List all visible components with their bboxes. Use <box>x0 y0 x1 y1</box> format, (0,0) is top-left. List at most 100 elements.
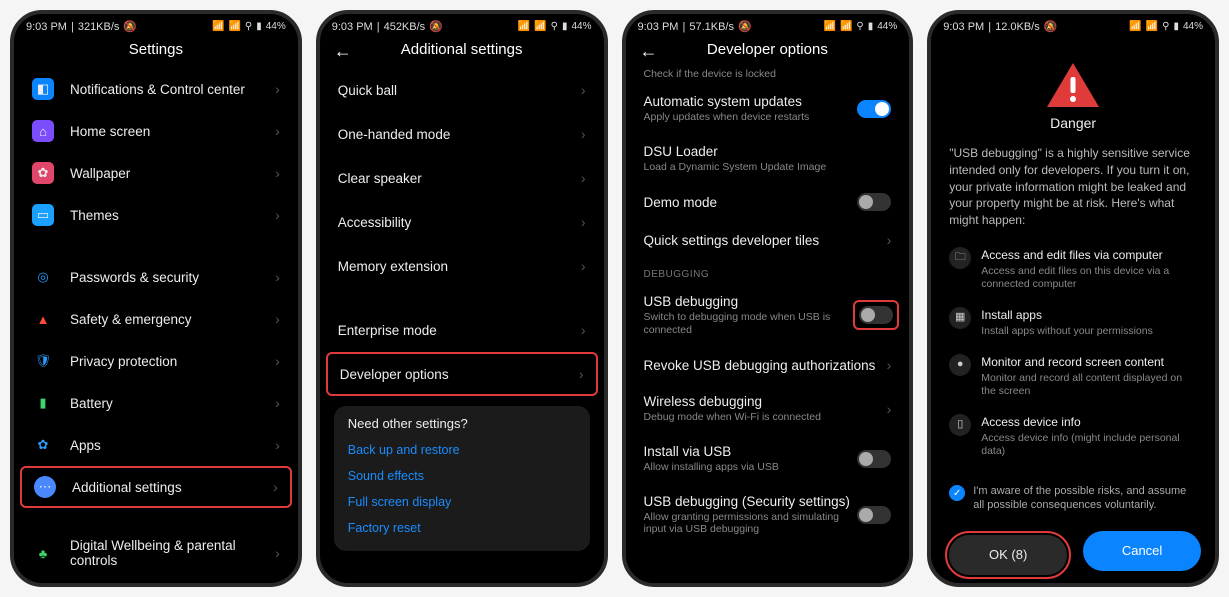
battery-menu-icon: ▮ <box>32 392 54 414</box>
chevron-right-icon: › <box>887 401 892 417</box>
dnd-icon: 🔕 <box>123 20 137 33</box>
toggle-auto-updates[interactable] <box>857 100 891 118</box>
row-quick-ball[interactable]: Quick ball › <box>320 68 604 112</box>
wifi-icon: ⚲ <box>1162 21 1169 32</box>
battery-icon: ▮ <box>868 21 874 32</box>
signal-icon: 📶 <box>823 21 835 32</box>
screen-developer-options: 9:03 PM| 57.1KB/s 🔕 📶📶 ⚲▮ 44% ← Develope… <box>622 10 914 587</box>
wifi-icon: ⚲ <box>856 21 863 32</box>
emergency-icon: ▲ <box>32 308 54 330</box>
status-net: 321KB/s <box>78 21 120 33</box>
row-battery[interactable]: ▮ Battery › <box>14 382 298 424</box>
screen-settings: 9:03 PM | 321KB/s 🔕 📶 📶 ⚲ ▮ 44% Settings… <box>10 10 302 587</box>
signal-icon: 📶 <box>1129 21 1141 32</box>
themes-icon: ▭ <box>32 204 54 226</box>
toggle-demo-mode[interactable] <box>857 193 891 211</box>
dnd-icon: 🔕 <box>429 20 443 33</box>
checkbox-checked-icon[interactable]: ✓ <box>949 485 965 501</box>
status-bar: 9:03 PM | 321KB/s 🔕 📶 📶 ⚲ ▮ 44% <box>14 14 298 35</box>
chevron-right-icon: › <box>887 232 892 248</box>
chevron-right-icon: › <box>275 123 280 139</box>
row-wireless-debug[interactable]: Wireless debugging Debug mode when Wi-Fi… <box>626 384 910 434</box>
link-fullscreen[interactable]: Full screen display <box>348 489 576 515</box>
status-net: 452KB/s <box>384 21 426 33</box>
danger-title: Danger <box>931 115 1215 131</box>
screen-danger-dialog: 9:03 PM| 12.0KB/s 🔕 📶📶 ⚲▮ 44% Danger "US… <box>927 10 1219 587</box>
row-home-screen[interactable]: ⌂ Home screen › <box>14 110 298 152</box>
card-header: Need other settings? <box>348 416 576 431</box>
bullet-device-info: ▯ Access device info Access device info … <box>949 406 1197 466</box>
consent-checkbox-row[interactable]: ✓ I'm aware of the possible risks, and a… <box>931 466 1215 523</box>
status-net: 57.1KB/s <box>689 21 734 33</box>
row-additional-settings[interactable]: ⋯ Additional settings › <box>20 466 292 508</box>
row-safety[interactable]: ▲ Safety & emergency › <box>14 298 298 340</box>
chevron-right-icon: › <box>273 479 278 495</box>
row-passwords[interactable]: ◎ Passwords & security › <box>14 256 298 298</box>
toggle-usb-debugging[interactable] <box>859 306 893 324</box>
back-button[interactable]: ← <box>640 41 658 62</box>
consent-text: I'm aware of the possible risks, and ass… <box>973 484 1197 513</box>
chevron-right-icon: › <box>275 437 280 453</box>
page-title: Settings <box>129 41 183 58</box>
status-bar: 9:03 PM| 57.1KB/s 🔕 📶📶 ⚲▮ 44% <box>626 14 910 35</box>
toggle-install-usb[interactable] <box>857 450 891 468</box>
row-one-handed[interactable]: One-handed mode › <box>320 112 604 156</box>
dnd-icon: 🔕 <box>738 20 752 33</box>
row-privacy[interactable]: 🛡 Privacy protection › <box>14 340 298 382</box>
link-sound[interactable]: Sound effects <box>348 463 576 489</box>
link-factory-reset[interactable]: Factory reset <box>348 515 576 541</box>
shield-icon: 🛡 <box>32 350 54 372</box>
signal-icon: 📶 <box>212 21 224 32</box>
apps-icon: ✿ <box>32 434 54 456</box>
fingerprint-icon: ◎ <box>32 266 54 288</box>
chevron-right-icon: › <box>581 126 586 142</box>
bullet-record: ● Monitor and record screen content Moni… <box>949 346 1197 406</box>
signal-icon: 📶 <box>228 21 240 32</box>
chevron-right-icon: › <box>275 269 280 285</box>
row-special[interactable]: ◆ Special features › <box>14 578 298 587</box>
row-enterprise[interactable]: Enterprise mode › <box>320 308 604 352</box>
row-wallpaper[interactable]: ✿ Wallpaper › <box>14 152 298 194</box>
row-apps[interactable]: ✿ Apps › <box>14 424 298 466</box>
wifi-icon: ⚲ <box>551 21 558 32</box>
chevron-right-icon: › <box>581 258 586 274</box>
status-time: 9:03 PM <box>638 21 679 33</box>
danger-body: "USB debugging" is a highly sensitive se… <box>931 145 1215 229</box>
wellbeing-icon: ♣ <box>32 542 54 564</box>
status-bar: 9:03 PM| 452KB/s 🔕 📶📶 ⚲▮ 44% <box>320 14 604 35</box>
row-wellbeing[interactable]: ♣ Digital Wellbeing & parental controls … <box>14 528 298 578</box>
row-notifications[interactable]: ◧ Notifications & Control center › <box>14 68 298 110</box>
row-usb-security[interactable]: USB debugging (Security settings) Allow … <box>626 484 910 546</box>
home-icon: ⌂ <box>32 120 54 142</box>
back-button[interactable]: ← <box>334 41 352 62</box>
cancel-button[interactable]: Cancel <box>1083 531 1201 571</box>
row-clear-speaker[interactable]: Clear speaker › <box>320 156 604 200</box>
row-usb-debugging[interactable]: USB debugging Switch to debugging mode w… <box>626 284 910 346</box>
row-themes[interactable]: ▭ Themes › <box>14 194 298 236</box>
row-memory-ext[interactable]: Memory extension › <box>320 244 604 288</box>
row-qs-tiles[interactable]: Quick settings developer tiles › <box>626 221 910 259</box>
row-demo-mode[interactable]: Demo mode <box>626 183 910 221</box>
ok-button[interactable]: OK (8) <box>949 535 1067 575</box>
row-auto-updates[interactable]: Automatic system updates Apply updates w… <box>626 84 910 134</box>
row-dsu-loader[interactable]: DSU Loader Load a Dynamic System Update … <box>626 134 910 184</box>
wifi-icon: ⚲ <box>245 21 252 32</box>
notifications-icon: ◧ <box>32 78 54 100</box>
battery-pct: 44% <box>1183 21 1203 32</box>
row-revoke-usb[interactable]: Revoke USB debugging authorizations › <box>626 346 910 384</box>
battery-icon: ▮ <box>256 21 262 32</box>
other-settings-card: Need other settings? Back up and restore… <box>334 406 590 551</box>
chevron-right-icon: › <box>579 366 584 382</box>
chevron-right-icon: › <box>887 357 892 373</box>
row-accessibility[interactable]: Accessibility › <box>320 200 604 244</box>
row-developer-options[interactable]: Developer options › <box>326 352 598 396</box>
status-net: 12.0KB/s <box>995 21 1040 33</box>
link-backup[interactable]: Back up and restore <box>348 437 576 463</box>
page-title-row: Settings <box>14 35 298 68</box>
warning-icon <box>1045 61 1101 109</box>
top-note: Check if the device is locked <box>626 68 910 84</box>
battery-icon: ▮ <box>1173 21 1179 32</box>
toggle-usb-security[interactable] <box>857 506 891 524</box>
chevron-right-icon: › <box>275 165 280 181</box>
row-install-usb[interactable]: Install via USB Allow installing apps vi… <box>626 434 910 484</box>
